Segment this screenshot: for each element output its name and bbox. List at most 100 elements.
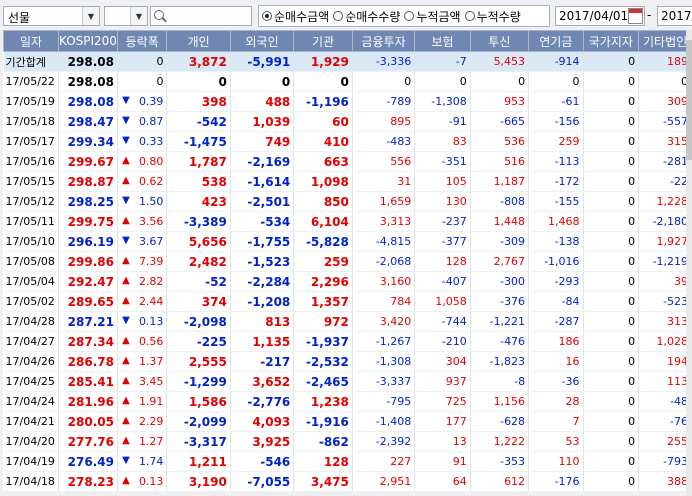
date-cell: 17/04/25 [3,371,59,392]
change-value: 0.39 [138,95,164,108]
triangle-up-icon: ▲ [122,335,130,346]
column-header[interactable]: 기타법인 [638,30,692,52]
table-row[interactable]: 17/04/21 280.05 ▲ 2.29 -2,099 4,093 -1,916 -1,4… [3,411,692,432]
column-header[interactable]: 투신 [469,30,530,52]
vertical-scrollbar[interactable] [686,30,692,496]
table-row[interactable]: 17/05/12 298.25 ▼ 1.50 423 -2,501 850 1,659 130-… [3,191,692,212]
table-row[interactable]: 17/04/25 285.41 ▲ 3.45 -1,299 3,652 -2,465 -3,3… [3,371,692,392]
table-row[interactable]: 17/05/04 292.47 ▲ 2.82 -52 -2,284 2,296 3,160 -4… [3,271,692,292]
kospi200-cell: 298.08 [58,71,118,92]
table-row[interactable]: 17/05/15 298.87 ▲ 0.62 538 -1,614 1,098 31 105 1,… [3,171,692,192]
column-header[interactable]: KOSPI200 [57,30,118,52]
other-cell: -1,219 [638,251,692,272]
table-row[interactable]: 17/04/24 281.96 ▲ 1.91 1,586 -2,776 1,238 -795 7… [3,391,692,412]
chevron-down-icon[interactable]: ▼ [82,7,99,25]
end-date-field[interactable]: 2017/ [657,6,692,26]
gov-cell: 0 [583,371,640,392]
column-header[interactable]: 기관 [293,30,353,52]
trust-cell: -353 [470,451,530,472]
ins-cell: 13 [414,431,471,452]
person-cell: 423 [166,191,231,212]
inst-cell: 259 [293,251,353,272]
other-cell: 1,228 [638,191,692,212]
table-row[interactable]: 17/04/28 287.21 ▼ 0.13 -2,098 813 972 3,420 -744… [3,311,692,332]
radio-button-icon[interactable] [262,11,272,21]
change-cell: ▲ 7.39 [117,251,168,272]
pension-cell: 28 [528,391,584,412]
column-header[interactable]: 외국인 [229,30,295,52]
change-value: 1.91 [138,395,164,408]
radio-button-icon[interactable] [333,11,344,21]
person-cell: -2,099 [166,411,231,432]
other-cell: 0 [638,71,692,92]
radio-button-icon[interactable] [464,11,475,21]
start-date-field[interactable]: 2017/04/01 [555,6,645,26]
radio-option[interactable]: 순매수수량 [333,8,400,25]
column-header[interactable]: 보험 [414,30,471,52]
change-value: 3.67 [138,235,164,248]
market-select[interactable]: 선물 ▼ [3,6,100,26]
table-row[interactable]: 17/05/19 298.08 ▼ 0.39 398 488 -1,196 -789 -1,30… [3,91,692,112]
column-header[interactable]: 연기금 [528,30,584,52]
chevron-down-icon[interactable]: ▼ [130,7,147,25]
gov-cell: 0 [583,131,640,152]
column-header[interactable]: 금융투자 [351,30,416,52]
radio-option[interactable]: 순매수금액 [262,8,329,25]
trust-cell: 953 [470,91,530,112]
gov-cell: 0 [583,231,640,252]
trust-cell: 2,767 [470,251,530,272]
radio-option[interactable]: 누적금액 [404,8,461,25]
radio-option[interactable]: 누적수량 [464,8,521,25]
table-row[interactable]: 17/05/16 299.67 ▲ 0.80 1,787 -2,169 663 556 -351… [3,151,692,172]
table-row[interactable]: 17/05/17 299.34 ▼ 0.33 -1,475 749 410 -483 83 536… [3,131,692,152]
inst-cell: 410 [293,131,353,152]
change-value: 1.50 [138,195,164,208]
secondary-select[interactable]: ▼ [104,6,148,26]
table-row[interactable]: 17/05/02 289.65 ▲ 2.44 374 -1,208 1,357 784 1,05… [3,291,692,312]
scrollbar-thumb[interactable] [686,40,692,160]
summary-row[interactable]: 기간합계 298.08 0 3,872 -5,991 1,929 -3,336 -7 5,453… [3,51,692,72]
triangle-up-icon: ▲ [122,355,130,366]
ins-cell: -7 [414,51,471,72]
gov-cell: 0 [583,331,640,352]
table-row[interactable]: 17/05/11 299.75 ▲ 3.56 -3,389 -534 6,104 3,313-… [3,211,692,232]
table-row[interactable]: 17/04/27 287.34 ▲ 0.56 -225 1,135 -1,937 -1,267… [3,331,692,352]
change-cell: ▲ 0.13 [117,471,168,492]
other-cell: 309 [638,91,692,112]
table-row[interactable]: 17/05/18 298.47 ▼ 0.87 -542 1,039 60 895 -91 -665… [3,111,692,132]
trust-cell: -8 [470,371,530,392]
gov-cell: 0 [583,351,640,372]
table-row[interactable]: 17/04/20 277.76 ▲ 1.27 -3,317 3,925 -862 -2,392… [3,431,692,452]
column-header[interactable]: 국가지자 [582,30,640,52]
radio-button-icon[interactable] [404,11,415,21]
calendar-icon[interactable] [628,8,643,24]
fin-cell: -3,337 [352,371,416,392]
table-row[interactable]: 17/04/18 278.23 ▲ 0.13 3,190 -7,055 3,475 2,951… [3,471,692,492]
kospi200-cell: 299.86 [58,251,118,272]
inst-cell: -1,937 [293,331,353,352]
table-row[interactable]: 17/05/22 298.08 0 0 0 0 0 0 0 0 0 0 [3,71,692,92]
column-header[interactable]: 등락폭 [116,30,168,52]
kospi200-cell: 299.34 [58,131,118,152]
pension-cell: -287 [528,311,584,332]
column-header[interactable]: 개인 [166,30,231,52]
person-cell: -52 [166,271,231,292]
pension-cell: -36 [528,371,584,392]
search-icon[interactable] [154,10,164,20]
ins-cell: 128 [414,251,471,272]
kospi200-cell: 280.05 [58,411,118,432]
fin-cell: -2,068 [352,251,416,272]
gov-cell: 0 [583,391,640,412]
market-select-value: 선물 [8,11,31,25]
ins-cell: 83 [414,131,471,152]
date-cell: 17/05/15 [3,171,59,192]
table-row[interactable]: 17/04/19 276.49 ▼ 1.74 1,211 -546 128 227 91 -353… [3,451,692,472]
table-row[interactable]: 17/05/10 296.19 ▼ 3.67 5,656 -1,755 -5,828 -4,8… [3,231,692,252]
date-cell: 17/04/21 [3,411,59,432]
table-row[interactable]: 17/04/26 286.78 ▲ 1.37 2,555 -217 -2,532 -1,308… [3,351,692,372]
date-cell: 17/04/20 [3,431,59,452]
column-header[interactable]: 일자 [3,30,59,52]
search-input[interactable] [150,6,252,26]
ins-cell: 130 [414,191,471,212]
table-row[interactable]: 17/05/08 299.86 ▲ 7.39 2,482 -1,523 259 -2,068 1… [3,251,692,272]
